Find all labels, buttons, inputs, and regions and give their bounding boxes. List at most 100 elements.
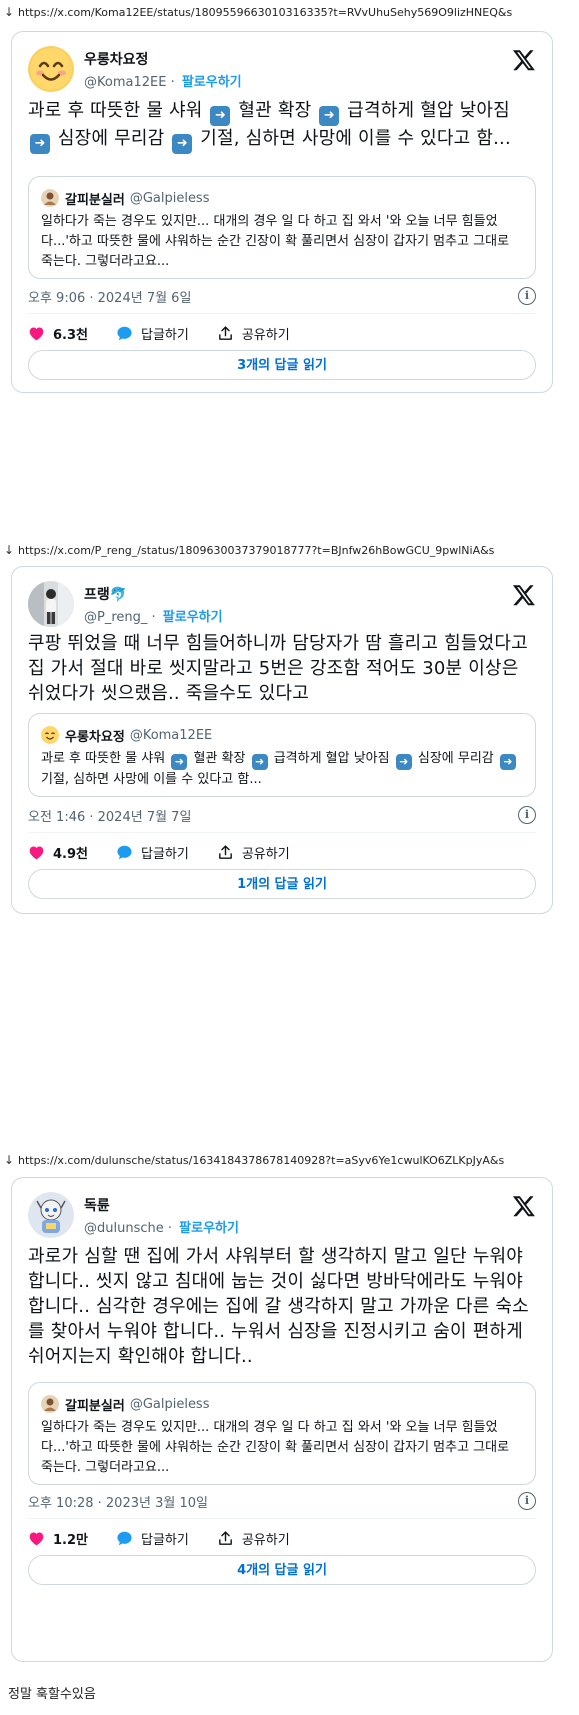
text-segment: 기절, 심하면 사망에 이를 수 있다고 함... — [41, 772, 262, 787]
timestamp[interactable]: 오후 9:06 · 2024년 7월 6일 — [28, 287, 191, 306]
handle-text[interactable]: @dulunsche — [84, 1221, 164, 1236]
follow-button[interactable]: 팔로우하기 — [182, 75, 242, 90]
share-label: 공유하기 — [241, 846, 290, 862]
download-arrow-icon: ↓ — [3, 543, 15, 557]
action-bar: 1.2만 답글하기 공유하기 — [28, 1527, 536, 1549]
tweet-card[interactable]: 독륜 @dulunsche · 팔로우하기 과로가 심할 땐 집에 가서 샤워부… — [11, 1177, 553, 1662]
quote-header: 갈피분실러 @Galpieless — [41, 187, 523, 209]
tweet-text: 과로 후 따뜻한 물 샤워 ➜ 혈관 확장 ➜ 급격하게 혈압 낮아짐 ➜ 심장… — [28, 98, 536, 154]
tweet-header: 독륜 @dulunsche · 팔로우하기 — [28, 1192, 536, 1240]
tweet-card[interactable]: 프랭🐬 @P_reng_ · 팔로우하기 쿠팡 뛰었을 때 너무 힘들어하니까 … — [11, 566, 553, 914]
share-button[interactable]: 공유하기 — [217, 324, 290, 343]
display-name[interactable]: 독륜 — [84, 1195, 110, 1215]
follow-button[interactable]: 팔로우하기 — [179, 1221, 239, 1236]
read-replies-button[interactable]: 1개의 답글 읽기 — [28, 869, 536, 899]
text-segment: 심장에 무리감 — [413, 751, 498, 766]
divider — [28, 1518, 536, 1519]
avatar[interactable] — [28, 46, 74, 92]
handle-text[interactable]: @P_reng_ — [84, 610, 147, 625]
quoted-tweet[interactable]: 갈피분실러 @Galpieless 일하다가 죽는 경우도 있지만... 대개의… — [28, 176, 536, 279]
url-bar: ↓ https://x.com/Koma12EE/status/18095596… — [0, 2, 579, 22]
like-count: 6.3천 — [53, 327, 88, 343]
action-bar: 6.3천 답글하기 공유하기 — [28, 322, 536, 344]
share-icon — [218, 325, 232, 340]
share-button[interactable]: 공유하기 — [217, 1529, 290, 1548]
arrow-emoji-icon: ➜ — [171, 754, 188, 770]
tweet-card[interactable]: 우롱차요정 @Koma12EE · 팔로우하기 과로 후 따뜻한 물 샤워 ➜ … — [11, 31, 553, 393]
reply-button[interactable]: 답글하기 — [116, 324, 189, 343]
divider — [28, 832, 536, 833]
info-icon[interactable]: i — [518, 287, 536, 305]
text-segment: 혈관 확장 — [189, 751, 250, 766]
handle: @P_reng_ · 팔로우하기 — [84, 610, 223, 625]
share-button[interactable]: 공유하기 — [217, 843, 290, 862]
url-text[interactable]: https://x.com/dulunsche/status/163418437… — [18, 1154, 504, 1167]
like-button[interactable]: 4.9천 — [28, 843, 88, 862]
arrow-emoji-icon: ➜ — [251, 754, 268, 770]
info-icon[interactable]: i — [518, 1492, 536, 1510]
arrow-emoji-icon: ➜ — [395, 754, 412, 770]
url-bar: ↓ https://x.com/P_reng_/status/180963003… — [0, 540, 579, 560]
avatar[interactable] — [28, 1192, 74, 1238]
text-segment: 심장에 무리감 — [52, 128, 171, 149]
quote-text: 일하다가 죽는 경우도 있지만... 대개의 경우 일 다 하고 집 와서 '와… — [41, 214, 510, 269]
heart-icon — [29, 846, 44, 859]
download-arrow-icon: ↓ — [3, 5, 15, 19]
url-text[interactable]: https://x.com/P_reng_/status/18096300373… — [18, 544, 494, 557]
arrow-emoji-icon: ➜ — [172, 134, 193, 154]
x-logo-icon[interactable] — [512, 583, 536, 607]
x-logo-icon[interactable] — [512, 1194, 536, 1218]
avatar — [41, 726, 59, 744]
tweet-text: 쿠팡 뛰었을 때 너무 힘들어하니까 담당자가 땀 흘리고 힘들었다고 집 가서… — [28, 633, 528, 704]
heart-icon — [29, 1532, 44, 1545]
like-button[interactable]: 6.3천 — [28, 324, 88, 343]
text-segment: 과로 후 따뜻한 물 샤워 — [28, 100, 209, 121]
display-name[interactable]: 프랭🐬 — [84, 584, 127, 604]
avatar[interactable] — [28, 581, 74, 627]
follow-button[interactable]: 팔로우하기 — [163, 610, 223, 625]
share-label: 공유하기 — [241, 1532, 290, 1548]
tweet-header: 우롱차요정 @Koma12EE · 팔로우하기 — [28, 46, 536, 94]
action-bar: 4.9천 답글하기 공유하기 — [28, 841, 536, 863]
timestamp[interactable]: 오후 10:28 · 2023년 3월 10일 — [28, 1492, 208, 1511]
heart-icon — [29, 327, 44, 340]
reply-bubble-icon — [117, 845, 132, 859]
share-label: 공유하기 — [241, 327, 290, 343]
caption-text: 정말 훅할수있음 — [8, 1687, 96, 1702]
divider — [28, 313, 536, 314]
download-arrow-icon: ↓ — [3, 1153, 15, 1167]
reply-button[interactable]: 답글하기 — [116, 843, 189, 862]
info-icon[interactable]: i — [518, 806, 536, 824]
like-count: 1.2만 — [53, 1532, 88, 1548]
x-logo-icon[interactable] — [512, 48, 536, 72]
arrow-emoji-icon: ➜ — [30, 134, 50, 154]
quote-author-name: 갈피분실러 — [65, 192, 125, 208]
quoted-tweet[interactable]: 갈피분실러 @Galpieless 일하다가 죽는 경우도 있지만... 대개의… — [28, 1382, 536, 1485]
arrow-emoji-icon: ➜ — [499, 754, 516, 770]
reply-label: 답글하기 — [141, 327, 189, 343]
handle-text[interactable]: @Koma12EE — [84, 75, 166, 90]
read-replies-button[interactable]: 4개의 답글 읽기 — [28, 1555, 536, 1585]
text-segment: 혈관 확장 — [232, 100, 318, 121]
like-button[interactable]: 1.2만 — [28, 1529, 88, 1548]
read-replies-button[interactable]: 3개의 답글 읽기 — [28, 350, 536, 380]
quoted-tweet[interactable]: 우롱차요정 @Koma12EE 과로 후 따뜻한 물 샤워 ➜ 혈관 확장 ➜ … — [28, 713, 536, 797]
timestamp[interactable]: 오전 1:46 · 2024년 7월 7일 — [28, 806, 191, 825]
share-icon — [218, 1530, 232, 1545]
text-segment: 급격하게 혈압 낮아짐 — [341, 100, 510, 121]
avatar — [41, 1395, 59, 1413]
quote-header: 갈피분실러 @Galpieless — [41, 1393, 523, 1415]
handle: @Koma12EE · 팔로우하기 — [84, 75, 242, 90]
reply-bubble-icon — [117, 326, 132, 340]
url-bar: ↓ https://x.com/dulunsche/status/1634184… — [0, 1150, 579, 1170]
like-count: 4.9천 — [53, 846, 88, 862]
display-name[interactable]: 우롱차요정 — [84, 49, 148, 69]
quote-text: 일하다가 죽는 경우도 있지만... 대개의 경우 일 다 하고 집 와서 '와… — [41, 1420, 510, 1475]
quote-author-name: 우롱차요정 — [65, 729, 125, 745]
avatar — [41, 189, 59, 207]
url-text[interactable]: https://x.com/Koma12EE/status/1809559663… — [18, 6, 512, 19]
reply-button[interactable]: 답글하기 — [116, 1529, 189, 1548]
share-icon — [218, 844, 232, 859]
quote-author-handle: @Koma12EE — [129, 727, 213, 743]
quote-text: 과로 후 따뜻한 물 샤워 ➜ 혈관 확장 ➜ 급격하게 혈압 낮아짐 ➜ 심장… — [41, 749, 523, 790]
